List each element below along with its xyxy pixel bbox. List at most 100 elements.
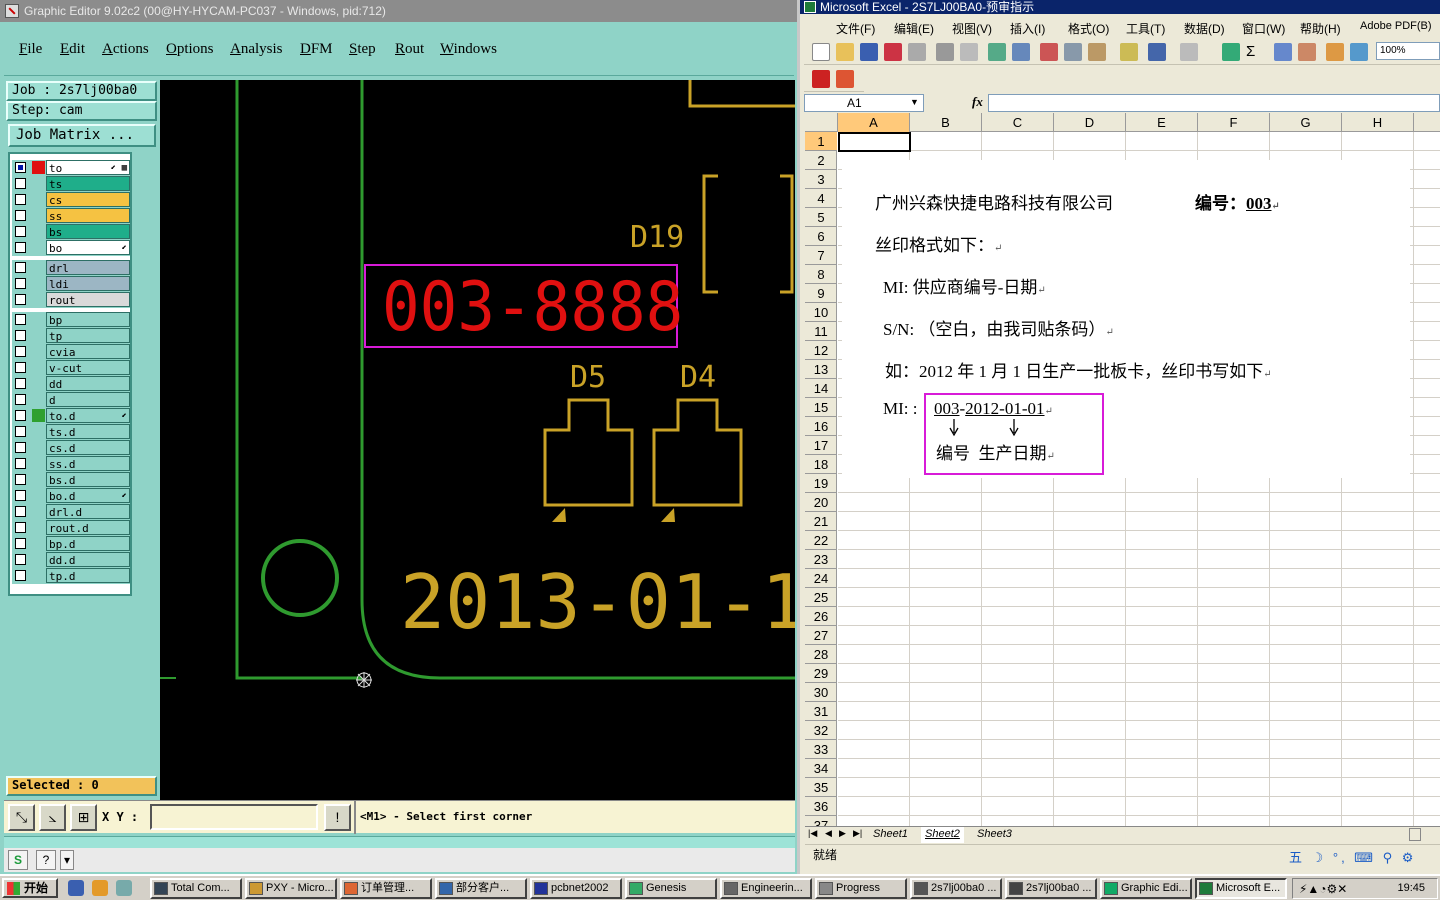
row-header[interactable]: 5: [805, 208, 837, 227]
first-sheet-icon[interactable]: |◀: [808, 828, 817, 839]
pdf-convert-icon[interactable]: [812, 70, 830, 88]
layer-checkbox[interactable]: [15, 442, 26, 453]
graphic-editor-titlebar[interactable]: Graphic Editor 9.02c2 (00@HY-HYCAM-PC037…: [0, 0, 797, 22]
layer-row[interactable]: bo.d ⬋: [12, 488, 130, 504]
ime-toolbar[interactable]: 五 ☽ °, ⌨ ⚲ ⚙: [1289, 848, 1439, 865]
row-header[interactable]: 4: [805, 189, 837, 208]
row-header[interactable]: 28: [805, 645, 837, 664]
zoom-select[interactable]: 100%: [1376, 42, 1440, 60]
spreadsheet-grid[interactable]: ABCDEFGH 1 2 3 4 5 6 7 8 9 10 11 12 13 14 15 16 17 18 19 20…: [805, 113, 1440, 826]
name-box-dropdown-icon[interactable]: ▼: [910, 97, 919, 107]
layer-name[interactable]: to.d ⬋: [46, 408, 130, 423]
layer-name[interactable]: cs: [46, 192, 130, 207]
taskbar-button[interactable]: Microsoft E...: [1195, 878, 1287, 899]
scroll-left-button[interactable]: [1409, 828, 1421, 841]
layer-checkbox[interactable]: [15, 554, 26, 565]
row-header[interactable]: 36: [805, 797, 837, 816]
layer-checkbox[interactable]: [15, 378, 26, 389]
row-header[interactable]: 12: [805, 341, 837, 360]
permission-icon[interactable]: [884, 43, 902, 61]
menu-step[interactable]: Step: [349, 41, 376, 58]
layer-checkbox[interactable]: [15, 490, 26, 501]
menu-analysis[interactable]: Analysis: [230, 41, 283, 58]
layer-name[interactable]: ts.d: [46, 424, 130, 439]
taskbar-button[interactable]: Total Com...: [150, 878, 242, 899]
layer-row[interactable]: dd.d: [12, 552, 130, 568]
column-header[interactable]: H: [1342, 113, 1414, 132]
alert-icon[interactable]: !: [324, 804, 351, 831]
tab-sheet3[interactable]: Sheet3: [973, 827, 1016, 843]
layer-name[interactable]: tp: [46, 328, 130, 343]
layer-name[interactable]: to ⬋ ▦: [46, 160, 130, 175]
row-header[interactable]: 6: [805, 227, 837, 246]
row-header[interactable]: 37: [805, 816, 837, 826]
menu-tools-cn[interactable]: 工具(T): [1126, 20, 1165, 37]
menu-windows[interactable]: Windows: [440, 41, 497, 58]
row-header[interactable]: 1: [805, 132, 837, 151]
menu-view-cn[interactable]: 视图(V): [952, 20, 992, 37]
layer-checkbox[interactable]: [15, 346, 26, 357]
layer-name[interactable]: ss.d: [46, 456, 130, 471]
taskbar-button[interactable]: pcbnet2002: [530, 878, 622, 899]
taskbar-button[interactable]: 订单管理...: [340, 878, 432, 899]
row-header[interactable]: 27: [805, 626, 837, 645]
layer-name[interactable]: ldi: [46, 276, 130, 291]
chart-wizard-icon[interactable]: [1326, 43, 1344, 61]
layer-checkbox[interactable]: [15, 570, 26, 581]
layer-row[interactable]: ldi: [12, 276, 130, 292]
layer-checkbox[interactable]: [15, 506, 26, 517]
layer-name[interactable]: rout.d: [46, 520, 130, 535]
layer-row[interactable]: ts: [12, 176, 130, 192]
menu-data-cn[interactable]: 数据(D): [1184, 20, 1225, 37]
column-header[interactable]: B: [910, 113, 982, 132]
row-header[interactable]: 32: [805, 721, 837, 740]
format-painter-icon[interactable]: [1120, 43, 1138, 61]
layer-checkbox[interactable]: [15, 394, 26, 405]
layer-name[interactable]: cs.d: [46, 440, 130, 455]
menu-edit-cn[interactable]: 编辑(E): [894, 20, 934, 37]
column-header[interactable]: F: [1198, 113, 1270, 132]
layer-row[interactable]: bs.d: [12, 472, 130, 488]
layer-row[interactable]: rout: [12, 292, 130, 308]
layer-name[interactable]: dd.d: [46, 552, 130, 567]
email-icon[interactable]: [908, 43, 926, 61]
prev-sheet-icon[interactable]: ◀: [825, 828, 832, 839]
tab-sheet2[interactable]: Sheet2: [921, 827, 964, 843]
dropdown-icon[interactable]: ▾: [60, 850, 74, 870]
layer-name[interactable]: dd: [46, 376, 130, 391]
layer-checkbox[interactable]: [15, 458, 26, 469]
layer-row[interactable]: bp.d: [12, 536, 130, 552]
layer-checkbox[interactable]: [15, 314, 26, 325]
row-header[interactable]: 35: [805, 778, 837, 797]
row-header[interactable]: 21: [805, 512, 837, 531]
menu-insert-cn[interactable]: 插入(I): [1010, 20, 1045, 37]
row-header[interactable]: 2: [805, 151, 837, 170]
menu-rout[interactable]: Rout: [395, 41, 424, 58]
row-header[interactable]: 29: [805, 664, 837, 683]
row-header[interactable]: 25: [805, 588, 837, 607]
layer-row[interactable]: rout.d: [12, 520, 130, 536]
row-header[interactable]: 31: [805, 702, 837, 721]
row-header[interactable]: 33: [805, 740, 837, 759]
research-icon[interactable]: [1012, 43, 1030, 61]
menu-file-cn[interactable]: 文件(F): [836, 20, 875, 37]
menu-dfm[interactable]: DFM: [300, 41, 333, 58]
quicklaunch-browser-icon[interactable]: [68, 880, 84, 896]
copy-icon[interactable]: [1064, 43, 1082, 61]
column-header[interactable]: E: [1126, 113, 1198, 132]
layer-name[interactable]: bp.d: [46, 536, 130, 551]
tab-sheet1[interactable]: Sheet1: [869, 827, 912, 843]
paste-icon[interactable]: [1088, 43, 1106, 61]
layer-checkbox[interactable]: [15, 330, 26, 341]
column-header[interactable]: G: [1270, 113, 1342, 132]
layer-row[interactable]: ss.d: [12, 456, 130, 472]
row-header[interactable]: 3: [805, 170, 837, 189]
layer-checkbox[interactable]: [15, 294, 26, 305]
next-sheet-icon[interactable]: ▶: [839, 828, 846, 839]
sort-ascending-icon[interactable]: [1274, 43, 1292, 61]
layer-name[interactable]: bs: [46, 224, 130, 239]
layer-row[interactable]: cs.d: [12, 440, 130, 456]
quicklaunch-desktop-icon[interactable]: [116, 880, 132, 896]
taskbar-button[interactable]: 部分客户...: [435, 878, 527, 899]
row-header[interactable]: 9: [805, 284, 837, 303]
